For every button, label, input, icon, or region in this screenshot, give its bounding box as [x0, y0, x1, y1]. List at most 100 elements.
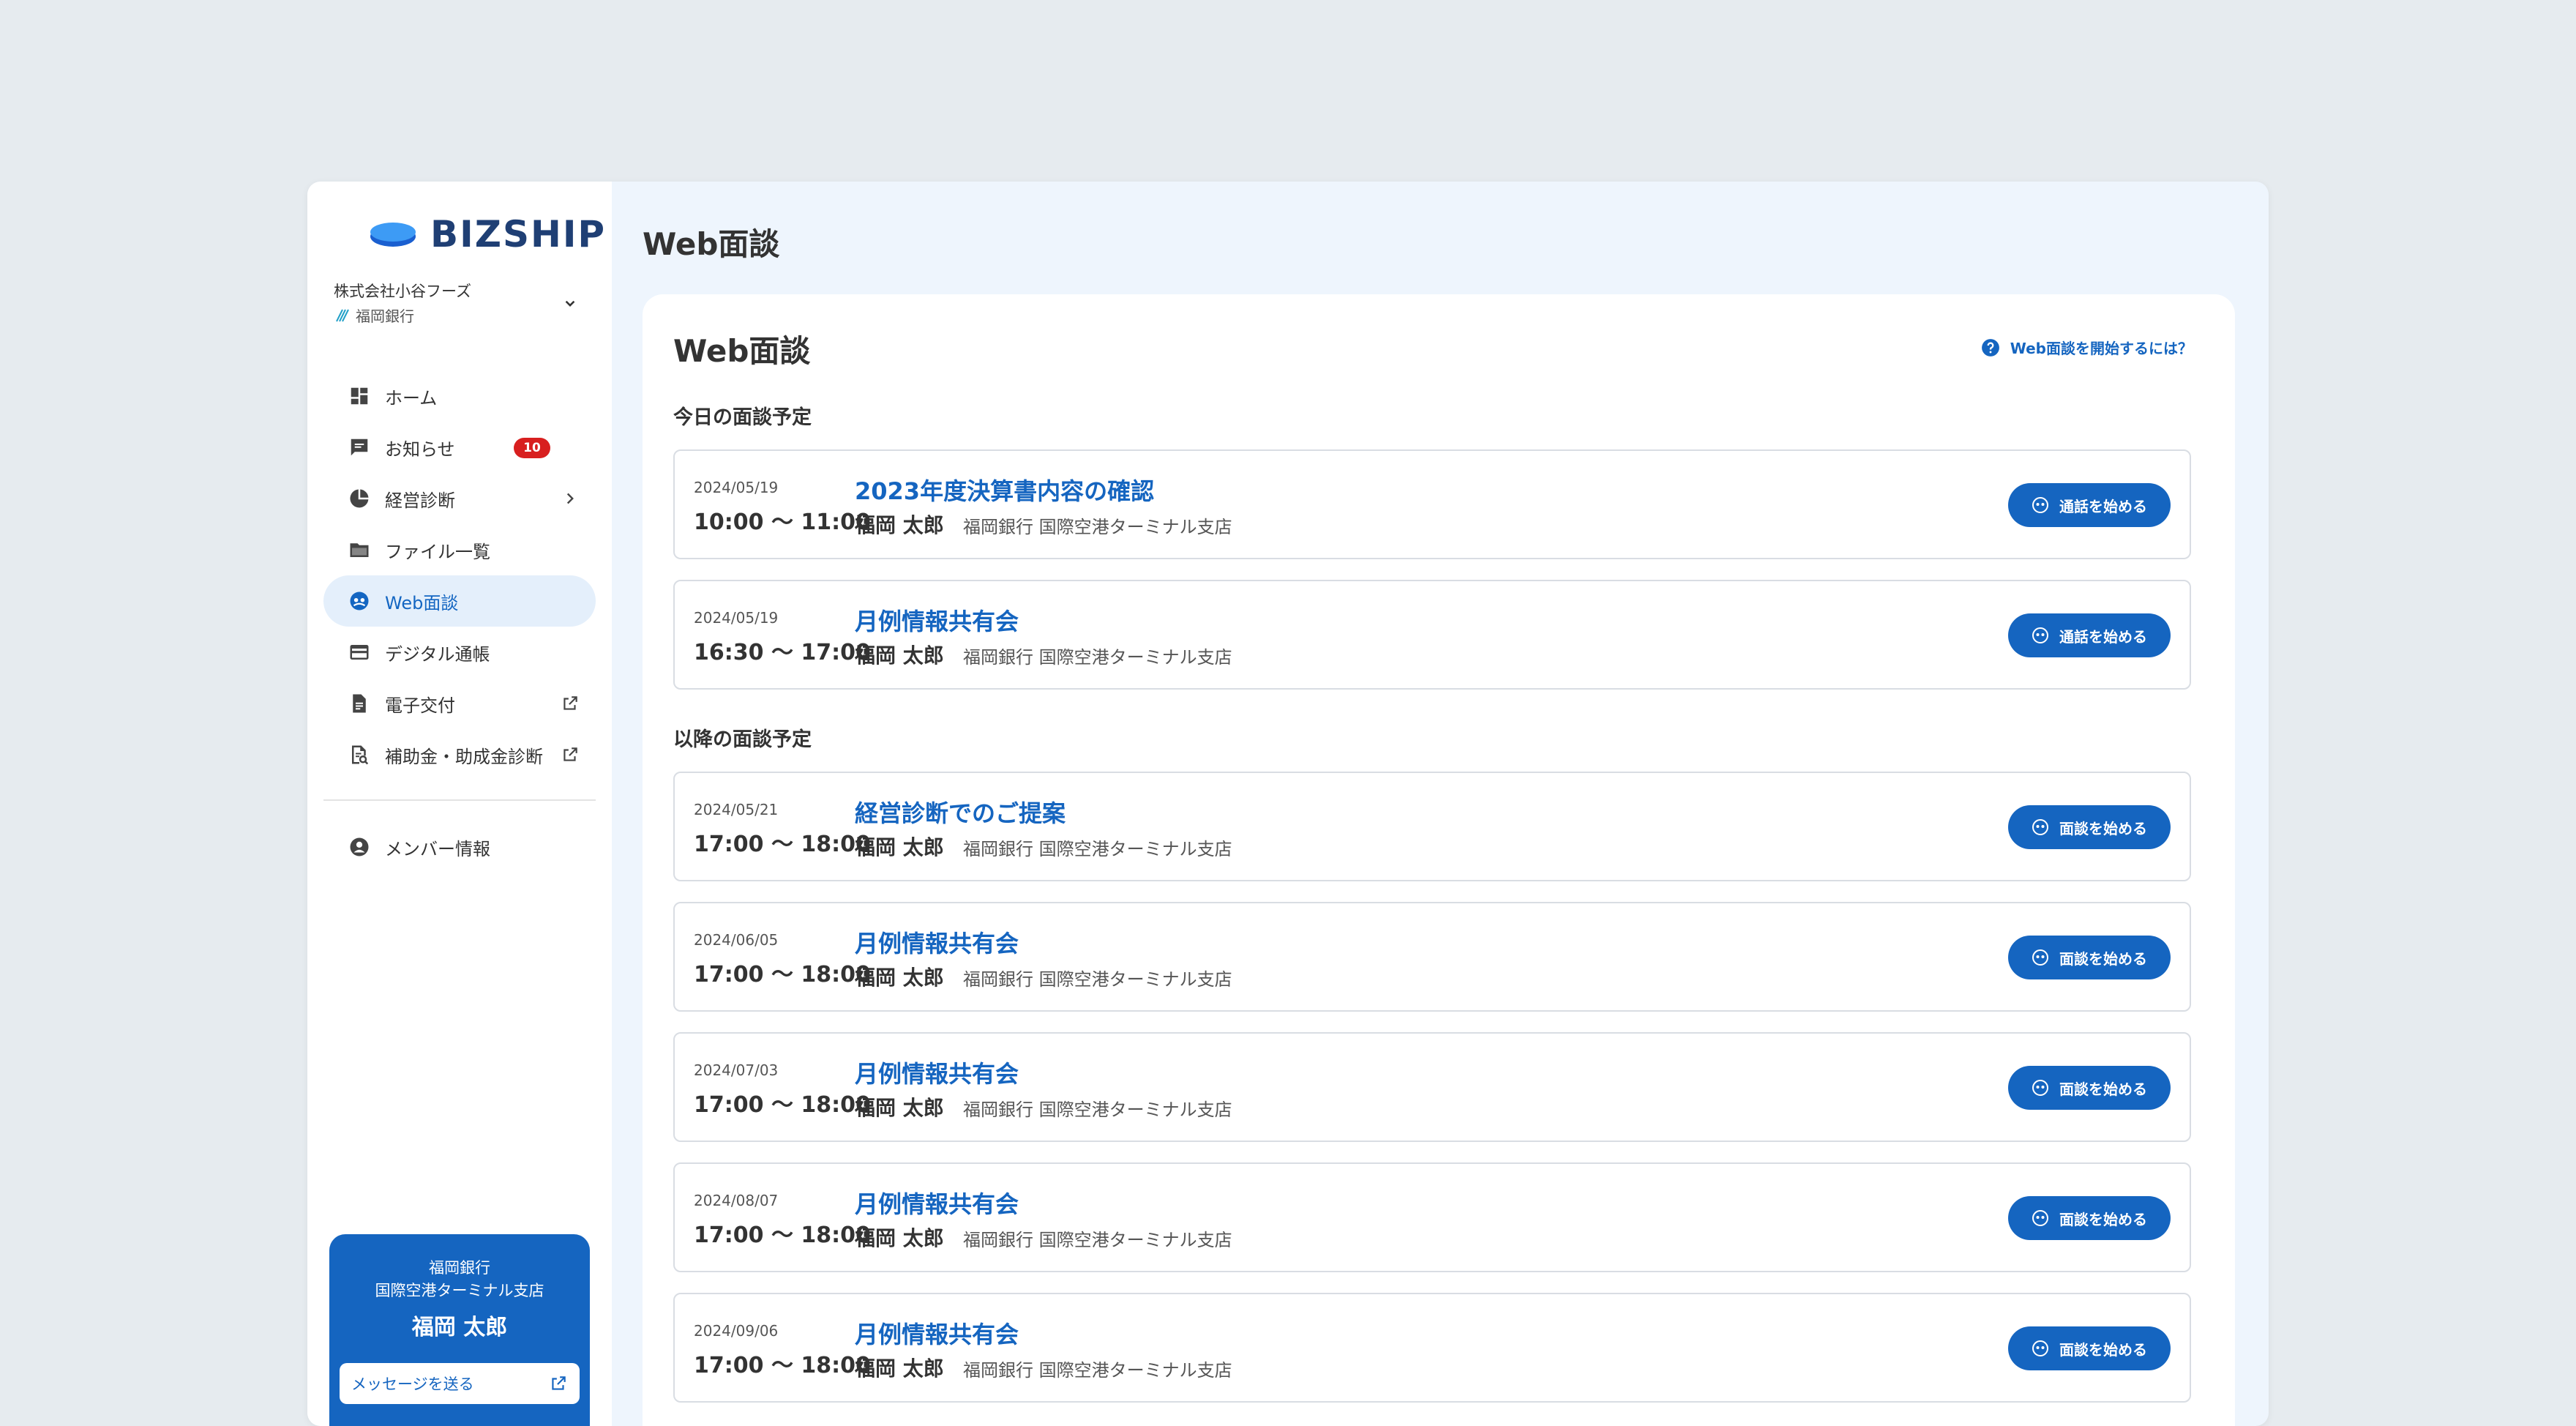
sidebar-divider	[323, 799, 596, 801]
start-meeting-button[interactable]: 面談を始める	[2008, 805, 2171, 849]
video-call-icon	[2032, 949, 2048, 966]
sidebar-item-label: 補助金・助成金診断	[385, 746, 543, 767]
help-icon	[1981, 338, 1999, 356]
video-call-icon	[347, 589, 372, 613]
sidebar-item-members[interactable]: メンバー情報	[323, 821, 596, 873]
start-meeting-button[interactable]: 面談を始める	[2008, 936, 2171, 979]
contact-person: 福岡 太郎	[411, 1315, 508, 1340]
folder-icon	[347, 537, 372, 562]
contact-card: 福岡銀行 国際空港ターミナル支店 福岡 太郎 メッセージを送る	[329, 1234, 590, 1426]
video-call-icon	[2032, 1340, 2048, 1356]
start-call-button[interactable]: 通話を始める	[2008, 483, 2171, 527]
app-window: BIZSHIP 株式会社小谷フーズ 福岡銀行 ホーム お知らせ 10 経営診断 …	[307, 182, 2269, 1426]
logo-text: BIZSHIP	[430, 213, 607, 255]
sidebar-item-home[interactable]: ホーム	[323, 370, 596, 422]
meeting-branch: 福岡銀行 国際空港ターミナル支店	[963, 647, 1232, 668]
card-icon	[347, 640, 372, 665]
video-call-icon	[2032, 1210, 2048, 1226]
meeting-branch: 福岡銀行 国際空港ターミナル支店	[963, 517, 1232, 537]
video-call-icon	[2032, 497, 2048, 513]
start-meeting-button[interactable]: 面談を始める	[2008, 1196, 2171, 1240]
start-meeting-label: 面談を始める	[2059, 819, 2147, 837]
sidebar-nav: ホーム お知らせ 10 経営診断 ファイル一覧 Web面談 デジタル通帳 電子交…	[323, 370, 596, 873]
meeting-person: 福岡 太郎	[855, 513, 944, 537]
page-title: Web面談	[643, 226, 780, 262]
sidebar-item-files[interactable]: ファイル一覧	[323, 524, 596, 575]
search-document-icon	[347, 742, 372, 767]
sidebar-item-label: Web面談	[385, 592, 459, 613]
meeting-time: 10:00 〜 11:00	[694, 509, 871, 535]
meeting-person: 福岡 太郎	[855, 1096, 944, 1120]
start-meeting-label: 面談を始める	[2059, 1210, 2147, 1228]
meeting-branch: 福岡銀行 国際空港ターミナル支店	[963, 1360, 1232, 1381]
meeting-title[interactable]: 月例情報共有会	[855, 1316, 1019, 1350]
meeting-time: 17:00 〜 18:00	[694, 1092, 871, 1118]
start-meeting-button[interactable]: 面談を始める	[2008, 1326, 2171, 1370]
sidebar-item-label: ホーム	[385, 387, 438, 408]
account-icon	[347, 835, 372, 859]
meeting-person: 福岡 太郎	[855, 643, 944, 668]
video-call-icon	[2032, 819, 2048, 835]
chat-icon	[347, 435, 372, 460]
meeting-title[interactable]: 月例情報共有会	[855, 925, 1019, 959]
logo[interactable]: BIZSHIP	[369, 212, 606, 256]
meeting-person: 福岡 太郎	[855, 1226, 944, 1250]
card-title: Web面談	[673, 333, 811, 369]
meeting-row: 2024/05/19 10:00 〜 11:00 2023年度決算書内容の確認 …	[673, 449, 2191, 559]
start-call-button[interactable]: 通話を始める	[2008, 613, 2171, 657]
sidebar-item-subsidy[interactable]: 補助金・助成金診断	[323, 729, 596, 780]
meeting-row: 2024/08/07 17:00 〜 18:00 月例情報共有会 福岡 太郎 福…	[673, 1162, 2191, 1272]
meeting-date: 2024/06/05	[694, 931, 779, 949]
meeting-date: 2024/08/07	[694, 1192, 779, 1209]
help-link[interactable]: Web面談を開始するには？	[1981, 337, 2193, 358]
external-link-icon	[564, 696, 577, 710]
send-message-button[interactable]: メッセージを送る	[340, 1363, 580, 1404]
sidebar-item-notifications[interactable]: お知らせ 10	[323, 422, 596, 473]
org-bank: 福岡銀行	[334, 305, 414, 326]
meeting-date: 2024/07/03	[694, 1061, 779, 1079]
meeting-person: 福岡 太郎	[855, 1356, 944, 1381]
meeting-time: 16:30 〜 17:00	[694, 640, 871, 665]
meeting-date: 2024/09/06	[694, 1322, 779, 1340]
meeting-date: 2024/05/19	[694, 479, 779, 496]
start-meeting-button[interactable]: 面談を始める	[2008, 1066, 2171, 1110]
external-link-icon	[564, 747, 577, 761]
meeting-title[interactable]: 2023年度決算書内容の確認	[855, 473, 1154, 507]
document-icon	[347, 691, 372, 716]
meeting-title[interactable]: 月例情報共有会	[855, 1186, 1019, 1220]
sidebar-item-digital-passbook[interactable]: デジタル通帳	[323, 627, 596, 678]
sidebar-item-diagnosis[interactable]: 経営診断	[323, 473, 596, 524]
meeting-row: 2024/05/19 16:30 〜 17:00 月例情報共有会 福岡 太郎 福…	[673, 580, 2191, 690]
meeting-branch: 福岡銀行 国際空港ターミナル支店	[963, 969, 1232, 990]
meeting-row: 2024/09/06 17:00 〜 18:00 月例情報共有会 福岡 太郎 福…	[673, 1293, 2191, 1403]
meeting-title[interactable]: 月例情報共有会	[855, 603, 1019, 637]
meeting-time: 17:00 〜 18:00	[694, 1222, 871, 1248]
org-switcher[interactable]: 株式会社小谷フーズ 福岡銀行	[334, 280, 585, 332]
meeting-person: 福岡 太郎	[855, 835, 944, 859]
bank-logo-icon	[336, 309, 349, 321]
meeting-title[interactable]: 月例情報共有会	[855, 1056, 1019, 1089]
meeting-date: 2024/05/21	[694, 801, 779, 818]
chevron-down-icon[interactable]	[561, 294, 580, 313]
start-meeting-label: 面談を始める	[2059, 949, 2147, 968]
meeting-date: 2024/05/19	[694, 609, 779, 627]
meeting-time: 17:00 〜 18:00	[694, 1353, 871, 1378]
upcoming-section-label: 以降の面談予定	[673, 728, 812, 751]
help-link-label: Web面談を開始するには？	[2010, 340, 2193, 357]
send-message-label: メッセージを送る	[351, 1375, 474, 1393]
pie-chart-icon	[347, 486, 372, 511]
sidebar-item-label: デジタル通帳	[385, 643, 490, 665]
sidebar-item-e-delivery[interactable]: 電子交付	[323, 678, 596, 729]
meeting-row: 2024/07/03 17:00 〜 18:00 月例情報共有会 福岡 太郎 福…	[673, 1032, 2191, 1142]
sidebar-item-web-meeting[interactable]: Web面談	[323, 575, 596, 627]
meeting-row: 2024/06/05 17:00 〜 18:00 月例情報共有会 福岡 太郎 福…	[673, 902, 2191, 1012]
meeting-branch: 福岡銀行 国際空港ターミナル支店	[963, 1230, 1232, 1250]
external-link-icon	[552, 1376, 566, 1390]
meeting-person: 福岡 太郎	[855, 966, 944, 990]
meeting-title[interactable]: 経営診断でのご提案	[855, 795, 1066, 829]
sidebar-item-label: ファイル一覧	[385, 541, 490, 562]
sidebar-item-label: 経営診断	[385, 490, 455, 511]
logo-mark-icon	[370, 223, 416, 247]
chevron-right-icon	[566, 493, 574, 504]
meetings-card: Web面談 Web面談を開始するには？ 今日の面談予定 2024/05/19 1…	[643, 294, 2235, 1426]
